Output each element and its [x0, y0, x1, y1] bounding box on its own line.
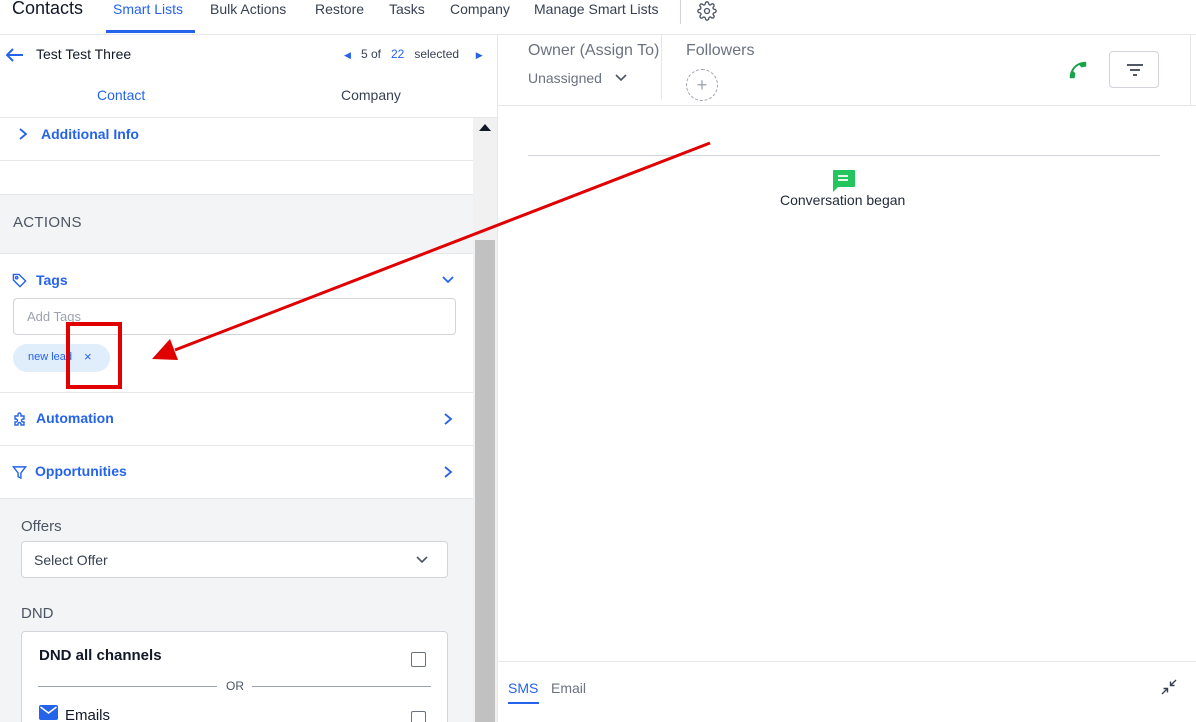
email-icon [39, 705, 58, 720]
nav-tasks[interactable]: Tasks [389, 1, 425, 17]
dnd-card: DND all channels OR Emails [21, 631, 448, 722]
tag-icon [12, 273, 27, 288]
followers-label: Followers [686, 42, 755, 59]
timeline-divider [528, 155, 1160, 156]
filter-button[interactable] [1109, 51, 1159, 88]
conversation-began-label: Conversation began [780, 192, 906, 208]
puzzle-icon [14, 412, 25, 426]
additional-info-row[interactable]: Additional Info [0, 118, 473, 161]
automation-row[interactable]: Automation [0, 393, 473, 446]
top-navigation: Contacts Smart Lists Bulk Actions Restor… [0, 0, 1196, 35]
annotation-highlight-box [66, 322, 122, 389]
pager-current: 5 of [360, 47, 381, 61]
scroll-up-icon[interactable] [479, 124, 491, 131]
dnd-all-channels-label: DND all channels [39, 647, 162, 664]
record-pager: ◀ 5 of 22 selected ▶ [344, 47, 483, 61]
dnd-emails-label: Emails [65, 707, 111, 722]
contact-header: Test Test Three ◀ 5 of 22 selected ▶ [0, 35, 497, 75]
composer-tab-email[interactable]: Email [551, 680, 586, 696]
scrollbar[interactable] [473, 118, 497, 722]
chevron-right-icon [19, 128, 28, 140]
offers-label: Offers [21, 518, 62, 535]
contact-name: Test Test Three [36, 46, 132, 62]
header-divider [661, 35, 662, 99]
phone-icon[interactable] [1067, 59, 1089, 81]
chevron-down-icon [416, 556, 428, 564]
automation-label: Automation [36, 410, 114, 426]
nav-divider [680, 0, 681, 24]
gear-icon[interactable] [697, 1, 717, 21]
offer-select-value: Select Offer [34, 552, 108, 568]
chevron-right-icon [444, 413, 453, 425]
panel-scroll-area: Additional Info ACTIONS Tags Add Tags ne… [0, 118, 473, 722]
next-record-icon[interactable]: ▶ [476, 50, 483, 60]
prev-record-icon[interactable]: ◀ [344, 50, 351, 60]
owner-select[interactable]: Unassigned [528, 70, 602, 86]
opportunities-row[interactable]: Opportunities [0, 446, 473, 499]
dnd-label: DND [21, 605, 54, 622]
message-composer: SMS Email [498, 661, 1196, 722]
nav-restore[interactable]: Restore [315, 1, 364, 17]
empty-row [0, 161, 473, 195]
add-follower-button[interactable]: + [686, 69, 718, 101]
dnd-emails-checkbox[interactable] [411, 711, 426, 722]
pager-suffix: selected [414, 47, 460, 61]
tags-label: Tags [36, 272, 68, 288]
actions-heading: ACTIONS [13, 214, 82, 231]
additional-info-label: Additional Info [41, 126, 139, 142]
owner-label: Owner (Assign To) [528, 42, 660, 59]
composer-tab-sms[interactable]: SMS [508, 680, 538, 696]
collapse-icon[interactable] [1161, 679, 1177, 695]
tab-contact[interactable]: Contact [97, 87, 145, 103]
app-title: Contacts [12, 0, 84, 18]
filter-lines-icon [1127, 64, 1143, 76]
scroll-thumb[interactable] [475, 240, 495, 722]
funnel-icon [12, 466, 27, 480]
arrow-left-icon[interactable] [6, 48, 24, 62]
panel-edge [1190, 35, 1191, 105]
or-separator: OR [226, 679, 244, 693]
chat-bubble-icon [832, 170, 855, 192]
header-separator [498, 105, 1196, 106]
tab-company[interactable]: Company [341, 87, 401, 103]
pager-total[interactable]: 22 [391, 47, 404, 61]
conversation-panel: Owner (Assign To) Unassigned Followers +… [497, 35, 1196, 722]
dnd-all-checkbox[interactable] [411, 652, 426, 667]
nav-company[interactable]: Company [450, 1, 510, 17]
composer-tab-indicator [508, 702, 539, 704]
divider-line [252, 686, 431, 687]
divider-line [38, 686, 217, 687]
nav-manage-smart-lists[interactable]: Manage Smart Lists [534, 1, 659, 17]
nav-smart-lists[interactable]: Smart Lists [113, 1, 183, 17]
offer-select[interactable]: Select Offer [21, 541, 448, 578]
nav-active-indicator [106, 30, 195, 33]
chevron-down-icon[interactable] [615, 74, 627, 82]
chevron-down-icon[interactable] [442, 276, 454, 284]
chevron-right-icon [444, 466, 453, 478]
nav-bulk-actions[interactable]: Bulk Actions [210, 1, 286, 17]
opportunities-label: Opportunities [35, 463, 127, 479]
detail-tabs: Contact Company [0, 75, 497, 157]
